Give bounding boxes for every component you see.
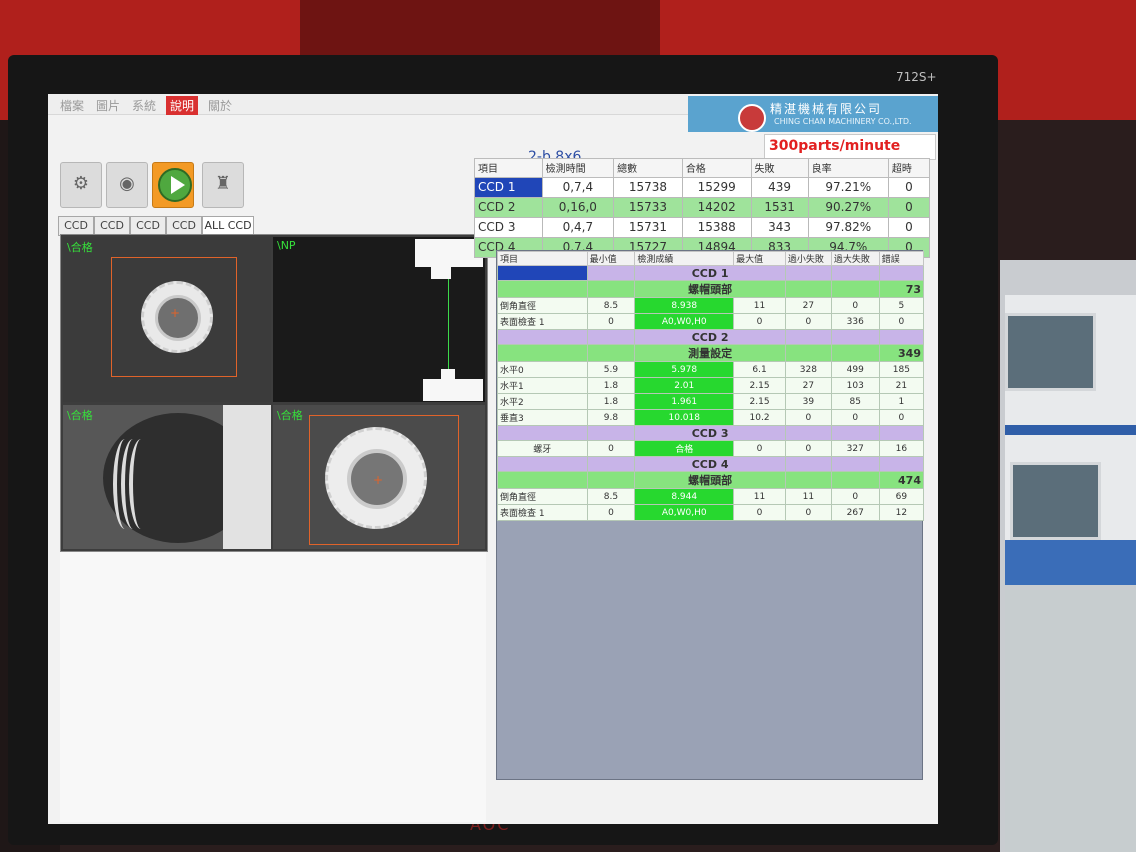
- logo-english-name: CHING CHAN MACHINERY CO.,LTD.: [774, 117, 912, 126]
- speed-display: 300parts/minute: [764, 134, 936, 160]
- summary-header-row: 項目 檢測時間 總數 合格 失敗 良率 超時: [474, 158, 931, 178]
- menu-bar: 檔案 圖片 系統 說明 關於: [48, 94, 688, 115]
- col-timeout: 超時: [887, 158, 931, 178]
- table-row[interactable]: CCD 1 0,7,4 15738 15299 439 97.21% 0: [474, 176, 931, 198]
- ccd-settings-button[interactable]: ⚙: [60, 162, 102, 208]
- tab-ccd1[interactable]: CCD 1: [58, 216, 94, 250]
- table-row[interactable]: 倒角直徑 8.5 8.938 11 27 0 5: [497, 297, 925, 314]
- camera-view-ccd3: \合格: [63, 405, 271, 549]
- section-ccd3: CCD 3: [497, 425, 925, 441]
- table-row[interactable]: CCD 3 0,4,7 15731 15388 343 97.82% 0: [474, 216, 931, 238]
- detail-header-row: 項目 最小值 檢測成績 最大值 過小失敗 過大失敗 錯誤: [497, 251, 925, 266]
- detail-panel: 項目 最小值 檢測成績 最大值 過小失敗 過大失敗 錯誤 CCD 1 螺帽頭部 …: [496, 250, 925, 780]
- section-ccd4: CCD 4: [497, 456, 925, 472]
- tab-all-ccd[interactable]: ALL CCD: [202, 216, 254, 236]
- camera-button[interactable]: ◉: [106, 162, 148, 208]
- ccd-name[interactable]: CCD 3: [474, 216, 543, 238]
- measure-line: [448, 279, 449, 369]
- col-yield: 良率: [807, 158, 889, 178]
- calibration-icon: ♜: [214, 173, 232, 194]
- logo-chinese-name: 精湛機械有限公司: [770, 102, 883, 116]
- table-row[interactable]: 表面檢查 1 0 A0,W0,H0 0 0 267 12: [497, 504, 925, 521]
- camera-status-label: \合格: [67, 409, 93, 422]
- building-base: [1005, 540, 1136, 585]
- play-icon: [158, 168, 192, 202]
- logo-target-icon: [738, 104, 766, 132]
- camera-status-label: \合格: [67, 241, 93, 254]
- play-button[interactable]: [152, 162, 194, 208]
- calibration-button[interactable]: ♜: [202, 162, 244, 208]
- camera-icon: ◉: [119, 173, 135, 194]
- menu-file[interactable]: 檔案: [56, 96, 88, 115]
- menu-image[interactable]: 圖片: [92, 96, 124, 115]
- menu-system[interactable]: 系統: [128, 96, 160, 115]
- monitor-model-label: 712S+: [896, 70, 937, 84]
- table-row[interactable]: 水平2 1.8 1.961 2.15 39 85 1: [497, 393, 925, 410]
- table-row[interactable]: 垂直3 9.8 10.018 10.2 0 0 0: [497, 409, 925, 426]
- section-ccd2: CCD 2: [497, 329, 925, 345]
- col-pass: 合格: [681, 158, 752, 178]
- thread-image: [223, 405, 271, 549]
- log-area: [60, 552, 486, 822]
- app-screen: 檔案 圖片 系統 說明 關於 精湛機械有限公司 CHING CHAN MACHI…: [48, 94, 938, 824]
- col-inspect-time: 檢測時間: [541, 158, 615, 178]
- camera-view-ccd2: \NP: [273, 237, 485, 402]
- camera-view-ccd1: + \合格: [63, 237, 271, 402]
- summary-table: 項目 檢測時間 總數 合格 失敗 良率 超時 CCD 1 0,7,4 15738…: [474, 158, 931, 259]
- camera-view-ccd4: + \合格: [273, 405, 485, 549]
- col-fail: 失敗: [750, 158, 809, 178]
- ccd-settings-icon: ⚙: [72, 173, 90, 194]
- table-row[interactable]: 倒角直徑 8.5 8.944 11 11 0 69: [497, 488, 925, 505]
- ccd-name[interactable]: CCD 2: [474, 196, 543, 218]
- tab-ccd4[interactable]: CCD 4: [166, 216, 202, 250]
- detail-table: 項目 最小值 檢測成績 最大值 過小失敗 過大失敗 錯誤 CCD 1 螺帽頭部 …: [497, 251, 925, 521]
- group-row: 測量設定 349: [497, 344, 925, 362]
- table-row[interactable]: 表面檢查 1 0 A0,W0,H0 0 0 336 0: [497, 313, 925, 330]
- menu-about[interactable]: 關於: [204, 96, 236, 115]
- col-total: 總數: [613, 158, 683, 178]
- company-logo: 精湛機械有限公司 CHING CHAN MACHINERY CO.,LTD.: [688, 96, 938, 132]
- section-ccd1: CCD 1: [497, 265, 925, 281]
- tab-ccd3[interactable]: CCD 3: [130, 216, 166, 250]
- tab-ccd2[interactable]: CCD 2: [94, 216, 130, 250]
- table-row[interactable]: 螺牙 0 合格 0 0 327 16: [497, 440, 925, 457]
- building-window: [1005, 313, 1096, 391]
- col-item: 項目: [474, 158, 543, 178]
- group-row: 螺帽頭部 73: [497, 280, 925, 298]
- table-row[interactable]: 水平0 5.9 5.978 6.1 328 499 185: [497, 361, 925, 378]
- table-row[interactable]: CCD 2 0,16,0 15733 14202 1531 90.27% 0: [474, 196, 931, 218]
- camera-panel: + \合格 \NP \合格 + \合格: [60, 234, 488, 552]
- camera-status-label: \合格: [277, 409, 303, 422]
- table-row[interactable]: 水平1 1.8 2.01 2.15 27 103 21: [497, 377, 925, 394]
- camera-status-label: \NP: [277, 239, 296, 252]
- group-row: 螺帽頭部 474: [497, 471, 925, 489]
- building-window: [1010, 462, 1101, 540]
- background-shadow: [300, 0, 660, 60]
- crosshair-icon: +: [373, 473, 384, 487]
- building-stripe: [1005, 425, 1136, 435]
- floor: [1005, 590, 1136, 852]
- crosshair-icon: +: [170, 306, 181, 320]
- menu-help[interactable]: 說明: [166, 96, 199, 115]
- toolbar: ⚙ ◉ ♜: [56, 158, 256, 210]
- speed-value: 300parts/minute: [769, 138, 901, 154]
- ccd-name[interactable]: CCD 1: [474, 176, 543, 198]
